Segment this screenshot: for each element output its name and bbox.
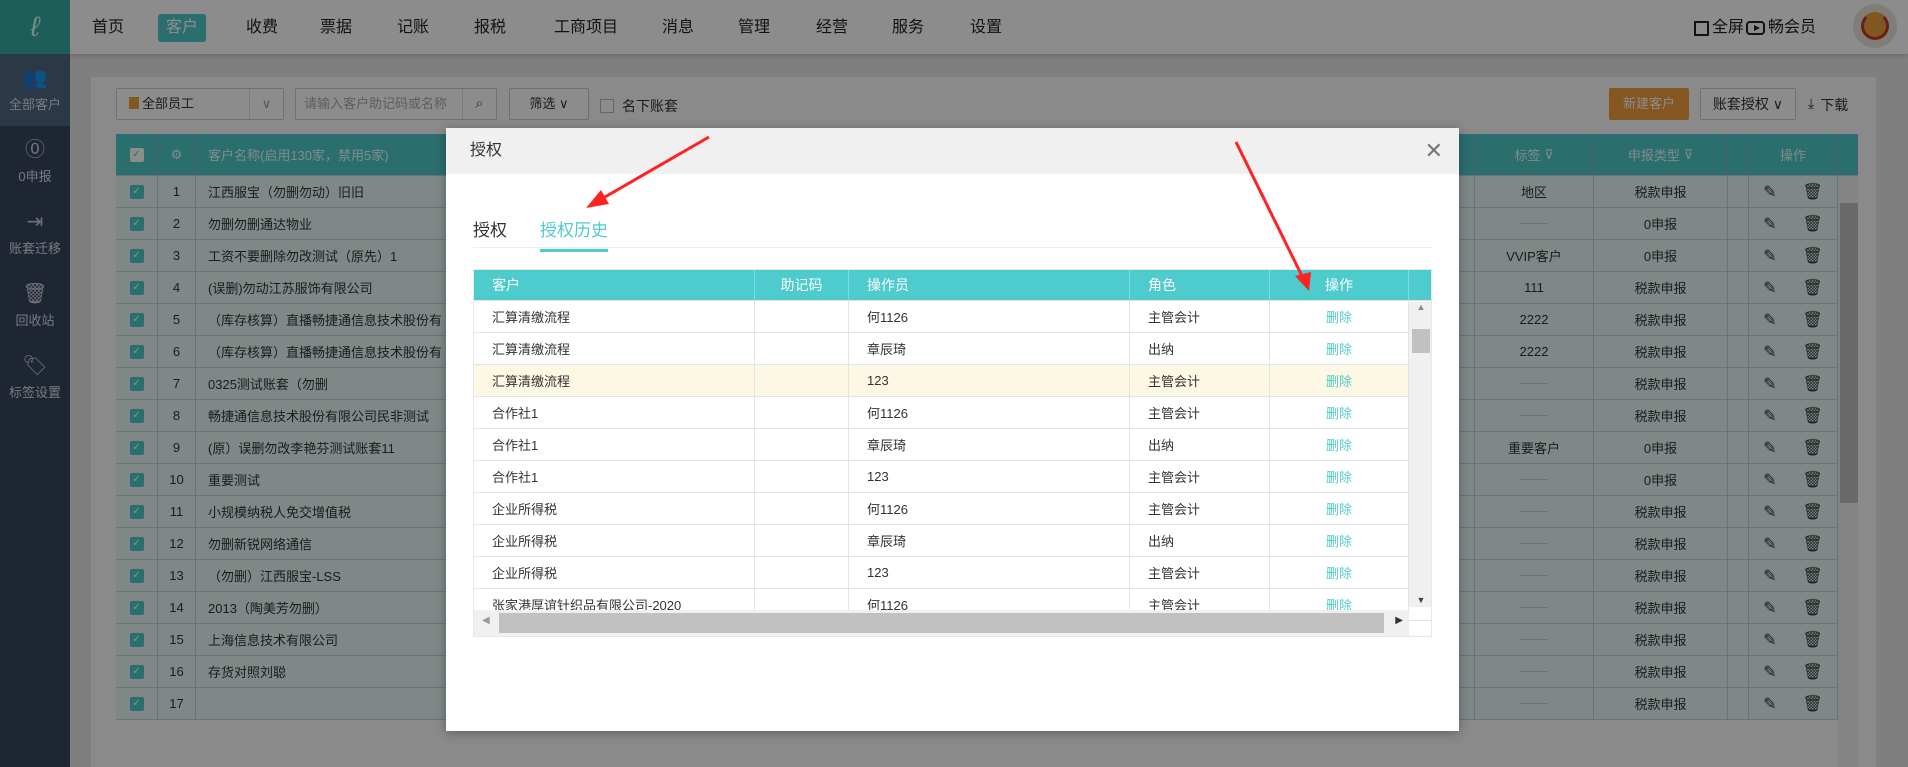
annotation-arrows: [586, 135, 1311, 291]
arrow-head-icon: [1295, 272, 1311, 291]
arrow-head-icon: [586, 190, 609, 208]
arrow-to-action-column: [1234, 141, 1305, 279]
arrow-to-history-tab: [597, 135, 710, 203]
